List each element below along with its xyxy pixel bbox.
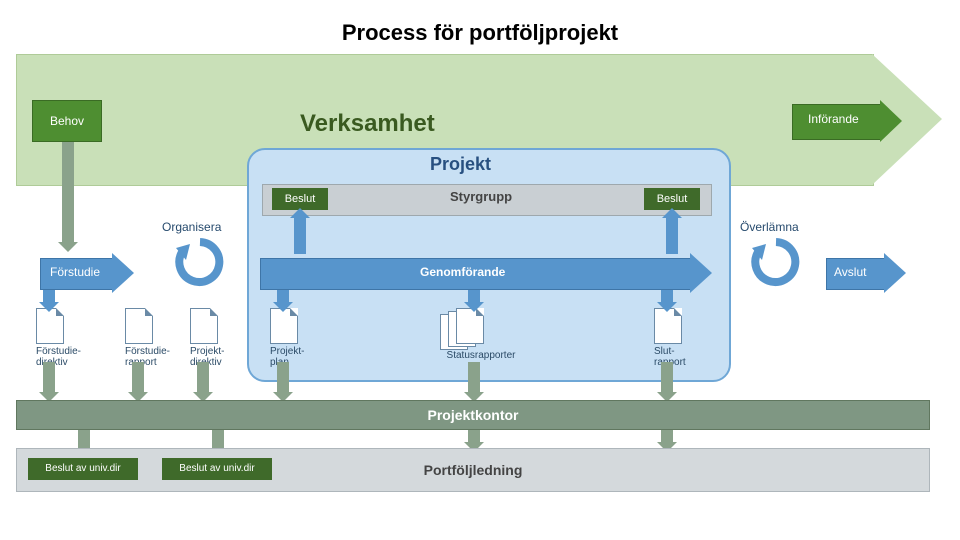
forstudie-label: Förstudie: [50, 265, 100, 279]
genomforande-arrow-head: [690, 253, 712, 293]
arrow-to-docgroup: [468, 290, 480, 302]
doc-label: Statusrapporter: [426, 350, 536, 361]
arrow-to-doc-1: [43, 290, 55, 302]
arrow-doc2-to-kontor: [132, 362, 144, 392]
arrow-docgroup-to-kontor: [468, 362, 480, 392]
arrow-doc3-to-kontor: [197, 362, 209, 392]
doc-forstudie-rapport: Förstudie-rapport: [125, 308, 170, 368]
doc-statusrapporter: Statusrapporter: [440, 308, 496, 354]
diagram-title: Process för portföljprojekt: [0, 20, 960, 46]
beslut-box-start: Beslut: [272, 188, 328, 210]
beslut-box-end: Beslut: [644, 188, 700, 210]
projekt-label: Projekt: [430, 154, 491, 175]
document-icon: [270, 308, 298, 344]
avslut-arrow-head: [884, 253, 906, 293]
arrow-to-doc-5: [661, 290, 673, 302]
organisera-cycle-icon: [170, 232, 230, 297]
arrow-doc1-to-kontor: [43, 362, 55, 392]
document-icon: [456, 308, 484, 344]
forstudie-arrow-head: [112, 253, 134, 293]
decision-univdir-2: Beslut av univ.dir: [162, 458, 272, 480]
portfoljledning-bar: Portföljledning: [16, 448, 930, 492]
arrow-kontor-to-ledning-2: [212, 430, 224, 450]
doc-slut-rapport: Slut-rapport: [654, 308, 686, 368]
inforande-label: Införande: [808, 112, 859, 126]
projektkontor-bar: Projektkontor: [16, 400, 930, 430]
styrgrupp-label: Styrgrupp: [450, 189, 512, 204]
document-icon: [190, 308, 218, 344]
arrow-plan-to-beslut: [294, 218, 306, 254]
doc-projekt-plan: Projekt-plan: [270, 308, 304, 368]
inforande-arrow-head: [880, 100, 902, 142]
behov-box: Behov: [32, 100, 102, 142]
decision-univdir-1: Beslut av univ.dir: [28, 458, 138, 480]
arrow-to-doc-4: [277, 290, 289, 302]
arrow-doc5-to-kontor: [661, 362, 673, 392]
document-icon: [36, 308, 64, 344]
avslut-label: Avslut: [834, 265, 866, 279]
arrow-kontor-to-ledning-3: [468, 430, 480, 442]
arrow-behov-to-forstudie: [62, 142, 74, 242]
arrow-kontor-to-ledning-4: [661, 430, 673, 442]
arrow-slut-to-beslut: [666, 218, 678, 254]
arrow-kontor-to-ledning-1: [78, 430, 90, 450]
document-icon: [125, 308, 153, 344]
genomforande-label: Genomförande: [420, 265, 505, 279]
arrow-doc4-to-kontor: [277, 362, 289, 392]
document-icon: [654, 308, 682, 344]
doc-projekt-direktiv: Projekt-direktiv: [190, 308, 224, 368]
doc-forstudie-direktiv: Förstudie-direktiv: [36, 308, 81, 368]
overlamna-cycle-icon: [746, 232, 806, 297]
verksamhet-label: Verksamhet: [300, 110, 435, 138]
